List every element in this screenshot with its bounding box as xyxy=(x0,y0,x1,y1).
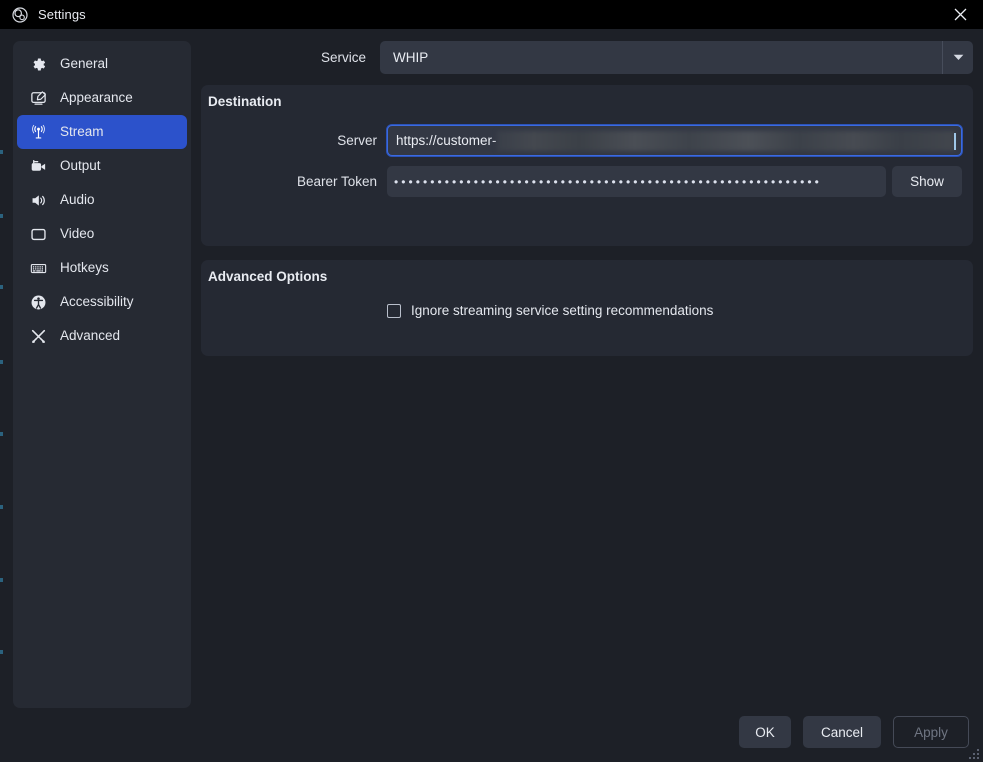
sidebar-item-label: Stream xyxy=(60,124,104,140)
edge-accent-strip xyxy=(0,285,3,289)
advanced-options-title: Advanced Options xyxy=(208,269,328,284)
destination-panel: Destination Server https://customer- Bea… xyxy=(201,85,973,246)
advanced-options-panel: Advanced Options Ignore streaming servic… xyxy=(201,260,973,356)
settings-content: Service WHIP Destination Server https://… xyxy=(201,41,973,356)
settings-sidebar: General Appearance Stream Output Audio V… xyxy=(13,41,191,708)
tools-icon xyxy=(27,328,49,345)
sidebar-item-label: Audio xyxy=(60,192,95,208)
server-input-value: https://customer- xyxy=(396,133,497,148)
service-value: WHIP xyxy=(393,50,429,65)
destination-title: Destination xyxy=(208,94,282,109)
edge-accent-strip xyxy=(0,650,3,654)
sidebar-item-label: General xyxy=(60,56,109,72)
sidebar-item-appearance[interactable]: Appearance xyxy=(17,81,187,115)
apply-button: Apply xyxy=(893,716,969,748)
ignore-recommendations-checkbox[interactable] xyxy=(387,303,401,318)
obs-logo-icon xyxy=(11,6,28,23)
bearer-token-input[interactable]: ••••••••••••••••••••••••••••••••••••••••… xyxy=(387,166,886,197)
ignore-recommendations-row[interactable]: Ignore streaming service setting recomme… xyxy=(201,303,973,318)
edge-accent-strip xyxy=(0,578,3,582)
video-camera-icon xyxy=(27,158,49,175)
edge-accent-strip xyxy=(0,505,3,509)
sidebar-item-hotkeys[interactable]: Hotkeys xyxy=(17,251,187,285)
speaker-icon xyxy=(27,192,49,209)
sidebar-item-label: Video xyxy=(60,226,95,242)
settings-window: Settings General Appearance Stream Outpu… xyxy=(0,0,983,762)
cancel-button[interactable]: Cancel xyxy=(803,716,881,748)
service-row: Service WHIP xyxy=(201,41,973,74)
appearance-icon xyxy=(27,90,49,107)
sidebar-item-output[interactable]: Output xyxy=(17,149,187,183)
server-label: Server xyxy=(337,133,377,148)
edge-accent-strip xyxy=(0,214,3,218)
server-redacted-region xyxy=(496,130,955,151)
bearer-token-label: Bearer Token xyxy=(296,174,377,189)
sidebar-item-label: Advanced xyxy=(60,328,121,344)
sidebar-item-video[interactable]: Video xyxy=(17,217,187,251)
sidebar-item-label: Accessibility xyxy=(60,294,134,310)
edge-accent-strip xyxy=(0,360,3,364)
resize-grip[interactable] xyxy=(968,747,980,759)
sidebar-item-label: Output xyxy=(60,158,101,174)
accessibility-icon xyxy=(27,294,49,311)
text-caret xyxy=(954,133,956,150)
sidebar-item-advanced[interactable]: Advanced xyxy=(17,319,187,353)
ignore-recommendations-label: Ignore streaming service setting recomme… xyxy=(411,303,714,318)
title-bar: Settings xyxy=(0,0,983,29)
edge-accent-strip xyxy=(0,432,3,436)
sidebar-item-label: Hotkeys xyxy=(60,260,109,276)
chevron-down-icon[interactable] xyxy=(942,41,973,74)
keyboard-icon xyxy=(27,260,49,277)
edge-accent-strip xyxy=(0,150,3,154)
monitor-icon xyxy=(27,226,49,243)
gear-icon xyxy=(27,56,49,73)
sidebar-item-accessibility[interactable]: Accessibility xyxy=(17,285,187,319)
close-icon[interactable] xyxy=(937,0,983,29)
broadcast-icon xyxy=(27,124,49,141)
service-dropdown[interactable]: WHIP xyxy=(380,41,973,74)
service-label: Service xyxy=(320,50,366,65)
sidebar-item-general[interactable]: General xyxy=(17,47,187,81)
window-title: Settings xyxy=(38,7,86,22)
sidebar-item-stream[interactable]: Stream xyxy=(17,115,187,149)
bearer-token-masked-value: ••••••••••••••••••••••••••••••••••••••••… xyxy=(394,175,822,188)
sidebar-item-audio[interactable]: Audio xyxy=(17,183,187,217)
sidebar-item-label: Appearance xyxy=(60,90,133,106)
show-token-button[interactable]: Show xyxy=(892,166,962,197)
ok-button[interactable]: OK xyxy=(739,716,791,748)
server-input[interactable]: https://customer- xyxy=(387,125,962,156)
dialog-buttons: OK Cancel Apply xyxy=(739,716,969,748)
